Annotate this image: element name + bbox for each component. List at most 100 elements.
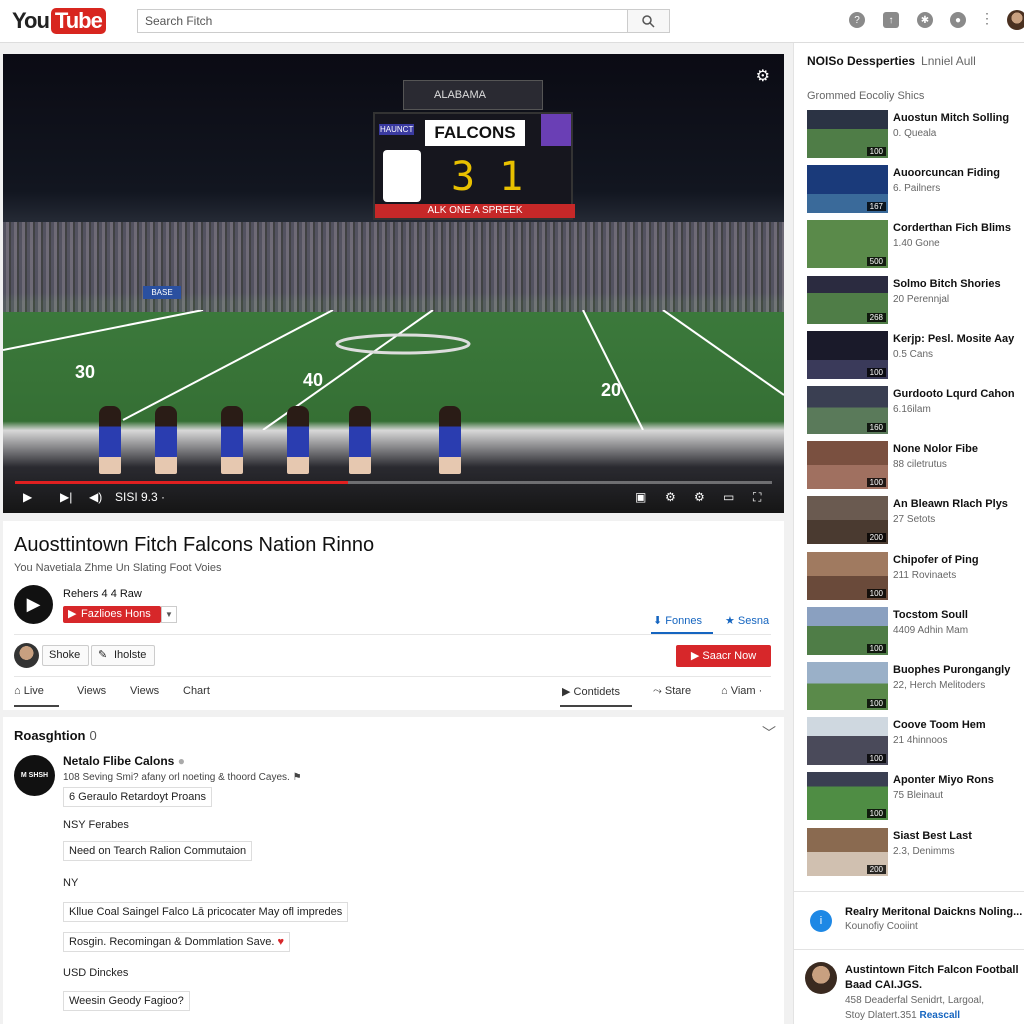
comment-author[interactable]: Netalo Flibe Calons ●: [63, 754, 185, 768]
search-button[interactable]: [627, 9, 670, 33]
video-thumbnail[interactable]: 100: [807, 551, 888, 600]
shake-button[interactable]: Shoke: [42, 645, 90, 666]
recommended-video[interactable]: 160 Gurdooto Lqurd Cahon 6.16ilam: [807, 386, 1022, 434]
recommended-video-title[interactable]: Buophes Purongangly: [893, 664, 1023, 676]
comment-box[interactable]: Need on Tearch Ralion Commutaion: [63, 841, 253, 861]
video-thumbnail[interactable]: 100: [807, 772, 888, 821]
recommended-video[interactable]: 100 Auostun Mitch Solling 0. Queala: [807, 110, 1022, 158]
recommended-video[interactable]: 200 Siast Best Last 2.3, Denimms: [807, 827, 1023, 876]
tab-views-2[interactable]: Views: [130, 685, 159, 697]
subscribe-button[interactable]: ▶ Fazlioes Hons: [63, 606, 161, 623]
dislike-button[interactable]: ★ Sesna: [725, 614, 769, 627]
comment-avatar[interactable]: M SHSH: [14, 755, 55, 796]
video-thumbnail[interactable]: 200: [807, 827, 888, 876]
more-icon[interactable]: ⋮: [980, 10, 994, 27]
promo-title[interactable]: Realry Meritonal Daickns Noling...: [845, 906, 1022, 918]
account-icon[interactable]: ●: [950, 12, 966, 28]
channel-avatar[interactable]: [805, 962, 837, 994]
tab-viam[interactable]: ⌂ Viam ·: [721, 685, 762, 697]
recommended-video[interactable]: 268 Solmo Bitch Shories 20 Perennjal: [807, 275, 1023, 324]
recommended-video-title[interactable]: Kerjp: Pesl. Mosite Aay: [893, 333, 1023, 345]
video-thumbnail[interactable]: 167: [807, 165, 888, 214]
recommended-video-title[interactable]: None Nolor Fibe: [893, 443, 1023, 455]
info-icon[interactable]: i: [810, 910, 832, 932]
user-avatar[interactable]: [14, 643, 39, 668]
scoreboard-logo: [383, 150, 421, 202]
recommended-video[interactable]: 100 Aponter Miyo Rons 75 Bleinaut: [807, 772, 1023, 821]
recommended-video-title[interactable]: Auoorcuncan Fiding: [893, 167, 1023, 179]
recommended-video-meta: 22, Herch Melitoders: [893, 680, 986, 691]
video-thumbnail[interactable]: 200: [807, 496, 888, 545]
chevron-down-icon[interactable]: ﹀: [762, 723, 776, 743]
recommended-video-title[interactable]: Tocstom Soull: [893, 609, 1023, 621]
hoste-button[interactable]: ✎ Iholste: [91, 645, 156, 666]
tab-stare[interactable]: ⤳ Stare: [653, 685, 691, 698]
tab-contidets[interactable]: ▶ Contidets: [562, 685, 620, 698]
next-icon[interactable]: ▶|: [60, 490, 72, 504]
tab-live[interactable]: ⌂ Live: [14, 685, 44, 697]
heart-icon[interactable]: ♥: [278, 936, 285, 948]
avatar[interactable]: [1007, 10, 1024, 30]
recommended-video[interactable]: 100 Kerjp: Pesl. Mosite Aay 0.5 Cans: [807, 330, 1023, 379]
channel-promo-title[interactable]: Austintown Fitch Falcon Football: [845, 964, 1019, 976]
fullscreen-icon[interactable]: ⛶: [753, 490, 761, 505]
recommended-video[interactable]: 200 An Bleawn Rlach Plys 27 Setots: [807, 496, 1023, 545]
flag-icon[interactable]: ⚑: [293, 772, 302, 783]
recommended-video[interactable]: 100 None Nolor Fibe 88 ciletrutus: [807, 441, 1023, 490]
tab-views[interactable]: Views: [77, 685, 106, 697]
comment-box[interactable]: Rosgin. Recomingan & Dommlation Save. ♥: [63, 932, 291, 952]
search-input[interactable]: Search Fitch: [137, 9, 628, 33]
recommended-video-title[interactable]: Aponter Miyo Rons: [893, 774, 1023, 786]
reply-box[interactable]: 6 Geraulo Retardoyt Proans: [63, 787, 212, 807]
progress-bar[interactable]: [15, 481, 772, 484]
recommended-video-title[interactable]: Solmo Bitch Shories: [893, 278, 1023, 290]
share-now-button[interactable]: ▶ Saacr Now: [676, 645, 771, 667]
youtube-logo[interactable]: You Tube: [12, 7, 106, 35]
theater-icon[interactable]: ▭: [723, 490, 734, 504]
video-thumbnail[interactable]: 160: [807, 386, 888, 434]
channel-avatar[interactable]: ▶: [14, 585, 53, 624]
sidebar-header-sub: Lnniel Aull: [921, 54, 976, 68]
recommended-video[interactable]: 500 Corderthan Fich Blims 1.40 Gone: [807, 220, 1023, 269]
video-thumbnail[interactable]: 100: [807, 330, 888, 379]
volume-icon[interactable]: ◀): [89, 490, 102, 504]
video-thumbnail[interactable]: 100: [807, 662, 888, 710]
like-button[interactable]: ⬇ Fonnes: [653, 614, 702, 627]
comment-box[interactable]: Weesin Geody Fagioo?: [63, 991, 190, 1011]
video-thumbnail[interactable]: 100: [807, 717, 888, 766]
tab-chart[interactable]: Chart: [183, 685, 210, 697]
channel-name[interactable]: Rehers 4 4 Raw: [63, 588, 142, 600]
recommended-video[interactable]: 100 Coove Toom Hem 21 4hinnoos: [807, 717, 1023, 766]
recommended-video-title[interactable]: Gurdooto Lqurd Cahon: [893, 388, 1023, 400]
video-thumbnail[interactable]: 100: [807, 441, 888, 490]
recommended-video-title[interactable]: Siast Best Last: [893, 830, 1023, 842]
recommended-video-title[interactable]: Coove Toom Hem: [893, 719, 1023, 731]
recommended-video[interactable]: 167 Auoorcuncan Fiding 6. Pailners: [807, 165, 1023, 214]
settings-gear-icon[interactable]: ⚙: [665, 490, 676, 504]
channel-promo-link[interactable]: Reascall: [920, 1010, 961, 1021]
recommended-video-meta: 0.5 Cans: [893, 348, 934, 360]
video-thumbnail[interactable]: 100: [807, 110, 888, 158]
recommended-video-title[interactable]: Chipofer of Ping: [893, 554, 1023, 566]
upload-icon[interactable]: ↑: [883, 12, 899, 28]
gear-icon[interactable]: ⚙: [756, 66, 770, 86]
recommended-video[interactable]: 100 Tocstom Soull 4409 Adhin Mam: [807, 606, 1023, 655]
recommended-video[interactable]: 100 Buophes Purongangly 22, Herch Melitode…: [807, 662, 1022, 710]
scoreboard-title: FALCONS: [425, 120, 525, 146]
play-icon[interactable]: ▶: [23, 490, 32, 504]
recommended-video-title[interactable]: An Bleawn Rlach Plys: [893, 498, 1023, 510]
captions-icon[interactable]: ▣: [635, 490, 646, 504]
recommended-video-title[interactable]: Auostun Mitch Solling: [893, 112, 1023, 124]
hd-icon[interactable]: ⚙: [694, 490, 705, 504]
recommended-video-title[interactable]: Corderthan Fich Blims: [893, 222, 1023, 234]
chevron-down-icon[interactable]: ▼: [161, 606, 177, 623]
recommended-video[interactable]: 100 Chipofer of Ping 211 Rovinaets: [807, 551, 1023, 600]
settings-icon[interactable]: ✱: [917, 12, 933, 28]
help-icon[interactable]: ?: [849, 12, 865, 28]
video-thumbnail[interactable]: 100: [807, 606, 888, 655]
video-player[interactable]: ⚙ ALABAMA HAUNCT FALCONS 3 1 ALK ONE A S…: [3, 54, 784, 513]
video-thumbnail[interactable]: 500: [807, 220, 888, 269]
like-label: Fonnes: [665, 615, 702, 627]
video-thumbnail[interactable]: 268: [807, 275, 888, 324]
comment-box[interactable]: Kllue Coal Saingel Falco Lā pricocater M…: [63, 902, 349, 922]
